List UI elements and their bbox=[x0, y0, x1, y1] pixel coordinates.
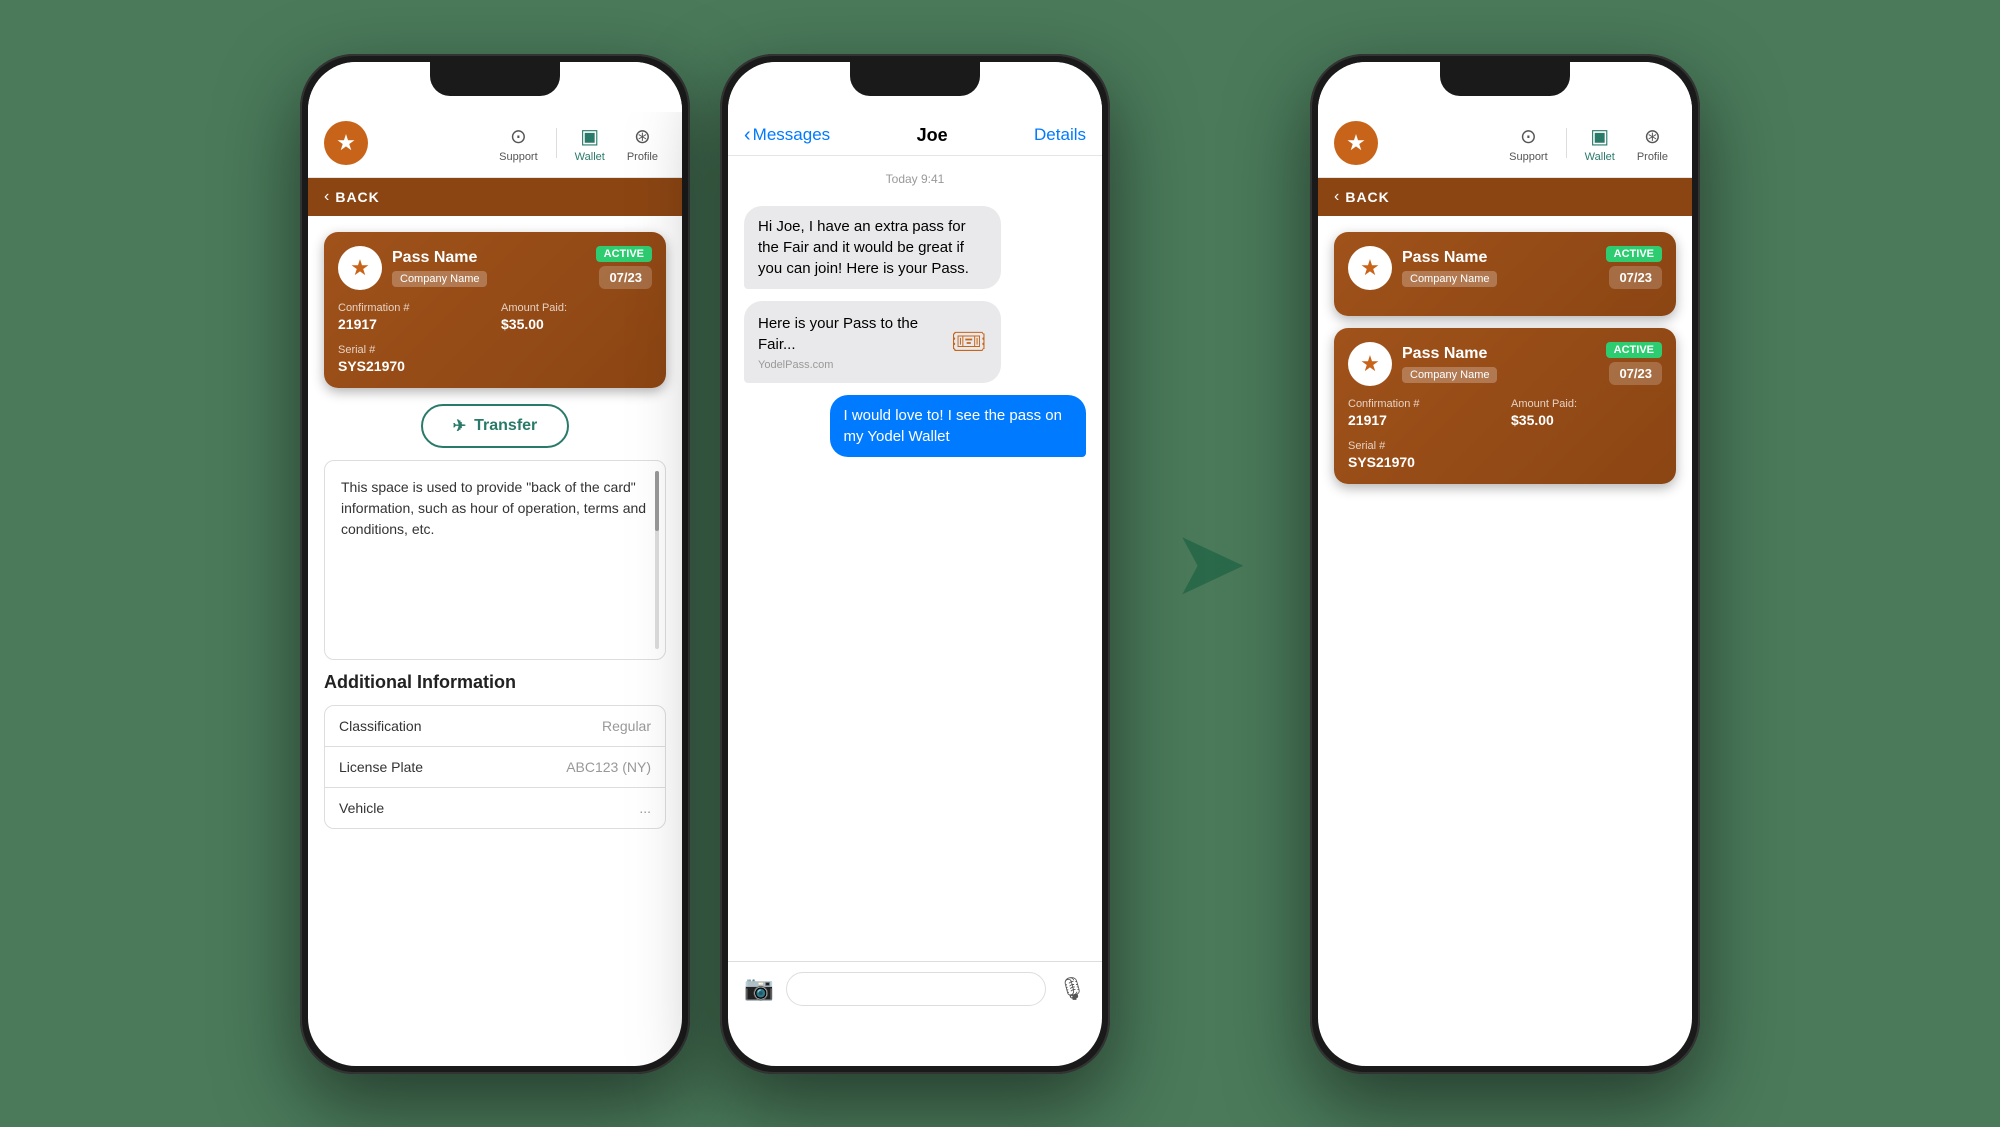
pass-title-area-3-2: ★ Pass Name Company Name bbox=[1348, 342, 1497, 386]
scrollbar-thumb-1 bbox=[655, 471, 659, 531]
pass-logo-1: ★ bbox=[338, 246, 382, 290]
nav-items-3: ⊙ Support ▣ Wallet ⊛ Profile bbox=[1501, 120, 1676, 167]
table-row-vehicle: Vehicle ... bbox=[325, 788, 665, 828]
back-arrow-1: ‹ bbox=[324, 188, 329, 206]
notch-1 bbox=[430, 62, 560, 96]
message-received-1: Hi Joe, I have an extra pass for the Fai… bbox=[744, 206, 1001, 289]
support-icon-1: ⊙ bbox=[510, 124, 527, 149]
chevron-icon: ‹ bbox=[744, 124, 751, 147]
notch-3 bbox=[1440, 62, 1570, 96]
pass-card-details-1: Confirmation # 21917 Amount Paid: $35.00… bbox=[338, 302, 652, 374]
pass-preview-inner: Here is your Pass to the Fair... YodelPa… bbox=[758, 313, 987, 371]
app-logo-3: ★ bbox=[1334, 121, 1378, 165]
app-logo-1: ★ bbox=[324, 121, 368, 165]
wallet-icon-1: ▣ bbox=[580, 124, 599, 149]
back-bar-3[interactable]: ‹ BACK bbox=[1318, 178, 1692, 216]
nav-bar-3: ★ ⊙ Support ▣ Wallet ⊛ bbox=[1318, 112, 1692, 178]
star-icon-1: ★ bbox=[336, 130, 356, 156]
pass-title-text-3-1: Pass Name Company Name bbox=[1402, 249, 1497, 287]
pass-card-right-3-1: ACTIVE 07/23 bbox=[1606, 246, 1662, 289]
arrow-icon: ➤ bbox=[1172, 519, 1247, 609]
transfer-button-1[interactable]: ✈ Transfer bbox=[421, 404, 570, 448]
pass-star-icon-1: ★ bbox=[350, 255, 370, 281]
serial-item-3-2: Serial # SYS21970 bbox=[1348, 440, 1499, 470]
messages-content: Today 9:41 Hi Joe, I have an extra pass … bbox=[728, 156, 1102, 961]
pass-logo-3-1: ★ bbox=[1348, 246, 1392, 290]
table-row-license: License Plate ABC123 (NY) bbox=[325, 747, 665, 788]
phone-3: ★ ⊙ Support ▣ Wallet ⊛ bbox=[1310, 54, 1700, 1074]
support-icon-3: ⊙ bbox=[1520, 124, 1537, 149]
message-sent-1: I would love to! I see the pass on my Yo… bbox=[830, 395, 1087, 457]
transfer-area-1: ✈ Transfer bbox=[308, 404, 682, 460]
wallet-icon-3: ▣ bbox=[1590, 124, 1609, 149]
info-box-1: This space is used to provide "back of t… bbox=[324, 460, 666, 660]
amount-item-1: Amount Paid: $35.00 bbox=[501, 302, 652, 332]
profile-icon-1: ⊛ bbox=[634, 124, 651, 149]
plane-icon-1: ✈ bbox=[453, 416, 466, 436]
profile-icon-3: ⊛ bbox=[1644, 124, 1661, 149]
messages-input-bar: 📷 🎙 bbox=[728, 961, 1102, 1016]
pass-title-area-3-1: ★ Pass Name Company Name bbox=[1348, 246, 1497, 290]
scrollbar-1[interactable] bbox=[655, 471, 659, 649]
serial-item-1: Serial # SYS21970 bbox=[338, 344, 489, 374]
nav-wallet-3[interactable]: ▣ Wallet bbox=[1577, 120, 1623, 167]
pass-logo-3-2: ★ bbox=[1348, 342, 1392, 386]
pass-card-right-3-2: ACTIVE 07/23 bbox=[1606, 342, 1662, 385]
pass-star-icon-3-2: ★ bbox=[1360, 351, 1380, 377]
nav-support-1[interactable]: ⊙ Support bbox=[491, 120, 546, 167]
pass-star-icon-3-1: ★ bbox=[1360, 255, 1380, 281]
nav-bar-1: ★ ⊙ Support ▣ Wallet ⊛ bbox=[308, 112, 682, 178]
pass-title-text-3-2: Pass Name Company Name bbox=[1402, 345, 1497, 383]
back-arrow-3: ‹ bbox=[1334, 188, 1339, 206]
star-icon-3: ★ bbox=[1346, 130, 1366, 156]
camera-icon[interactable]: 📷 bbox=[744, 974, 774, 1003]
phone-2: ‹ Messages Joe Details Today 9:41 Hi Joe… bbox=[720, 54, 1110, 1074]
back-bar-1[interactable]: ‹ BACK bbox=[308, 178, 682, 216]
arrow-container: ➤ bbox=[1140, 519, 1280, 609]
pass-title-area-1: ★ Pass Name Company Name bbox=[338, 246, 487, 290]
nav-wallet-1[interactable]: ▣ Wallet bbox=[567, 120, 613, 167]
amount-item-3-2: Amount Paid: $35.00 bbox=[1511, 398, 1662, 428]
confirmation-item-1: Confirmation # 21917 bbox=[338, 302, 489, 332]
pass-title-text-1: Pass Name Company Name bbox=[392, 249, 487, 287]
info-table-1: Classification Regular License Plate ABC… bbox=[324, 705, 666, 829]
message-input[interactable] bbox=[786, 972, 1046, 1006]
notch-2 bbox=[850, 62, 980, 96]
nav-items-1: ⊙ Support ▣ Wallet ⊛ Profile bbox=[491, 120, 666, 167]
pass-card-details-3-2: Confirmation # 21917 Amount Paid: $35.00… bbox=[1348, 398, 1662, 470]
nav-divider-3 bbox=[1566, 128, 1567, 158]
messages-back-btn[interactable]: ‹ Messages bbox=[744, 124, 830, 147]
table-row-classification: Classification Regular bbox=[325, 706, 665, 747]
pass-preview-message[interactable]: Here is your Pass to the Fair... YodelPa… bbox=[744, 301, 1001, 383]
pass-preview-text-area: Here is your Pass to the Fair... YodelPa… bbox=[758, 313, 941, 371]
additional-info-1: Additional Information Classification Re… bbox=[308, 672, 682, 829]
pass-card-3-2[interactable]: ★ Pass Name Company Name ACTIVE 07/23 bbox=[1334, 328, 1676, 484]
nav-profile-3[interactable]: ⊛ Profile bbox=[1629, 120, 1676, 167]
confirmation-item-3-2: Confirmation # 21917 bbox=[1348, 398, 1499, 428]
pass-card-1: ★ Pass Name Company Name ACTIVE 07/23 bbox=[324, 232, 666, 388]
nav-profile-1[interactable]: ⊛ Profile bbox=[619, 120, 666, 167]
pass-card-right-1: ACTIVE 07/23 bbox=[596, 246, 652, 289]
nav-support-3[interactable]: ⊙ Support bbox=[1501, 120, 1556, 167]
ticket-icon: 🎟 bbox=[951, 325, 987, 358]
wallet-list: ★ Pass Name Company Name ACTIVE 07/23 bbox=[1318, 216, 1692, 500]
pass-card-3-1[interactable]: ★ Pass Name Company Name ACTIVE 07/23 bbox=[1334, 232, 1676, 316]
microphone-icon[interactable]: 🎙 bbox=[1058, 976, 1086, 1002]
scene: ★ ⊙ Support ▣ Wallet ⊛ bbox=[0, 0, 2000, 1127]
nav-divider-1 bbox=[556, 128, 557, 158]
messages-nav: ‹ Messages Joe Details bbox=[728, 112, 1102, 156]
phone-1: ★ ⊙ Support ▣ Wallet ⊛ bbox=[300, 54, 690, 1074]
